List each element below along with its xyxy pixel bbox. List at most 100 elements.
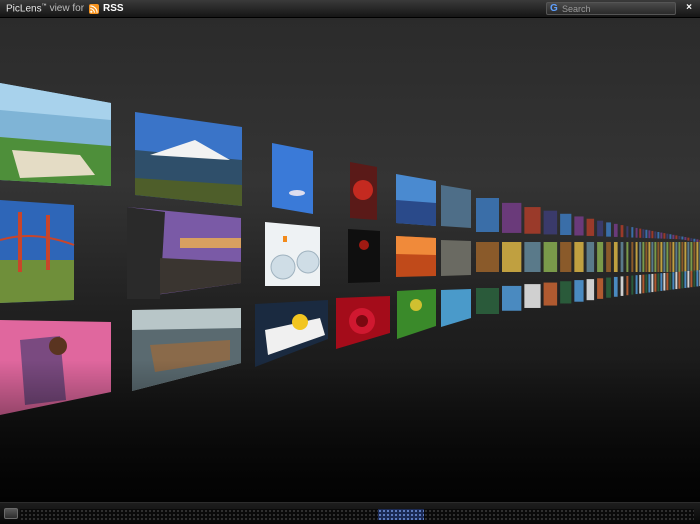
search-input[interactable]: [560, 3, 670, 14]
thumbnail[interactable]: [574, 216, 584, 236]
thumbnail[interactable]: [657, 232, 660, 239]
close-icon[interactable]: ×: [683, 2, 695, 14]
thumbnail[interactable]: [648, 274, 651, 293]
thumbnail[interactable]: [560, 213, 572, 236]
thumbnail[interactable]: [642, 242, 645, 272]
thumbnail[interactable]: [476, 198, 499, 232]
thumbnail[interactable]: [639, 242, 642, 272]
thumbnail[interactable]: [631, 227, 634, 238]
thumbnail[interactable]: [687, 237, 690, 241]
thumbnail[interactable]: [645, 229, 648, 239]
thumbnail[interactable]: [348, 229, 380, 283]
thumbnail[interactable]: [543, 282, 558, 306]
thumbnail[interactable]: [693, 270, 696, 287]
thumbnail[interactable]: [502, 202, 522, 233]
thumbnail[interactable]: [606, 242, 611, 272]
thumbnail[interactable]: [672, 272, 675, 290]
thumbnail[interactable]: [678, 242, 681, 272]
thumbnail[interactable]: [666, 242, 669, 272]
thumbnail[interactable]: [524, 284, 541, 308]
search-box[interactable]: G: [546, 2, 676, 15]
thumbnail[interactable]: [669, 234, 672, 239]
thumbnail[interactable]: [639, 228, 642, 238]
thumbnail[interactable]: [0, 200, 75, 303]
thumbnail[interactable]: [684, 237, 687, 241]
thumbnail[interactable]: [613, 242, 618, 272]
thumbnail[interactable]: [654, 273, 657, 292]
minimap-button[interactable]: [4, 508, 18, 519]
thumbnail[interactable]: [255, 300, 328, 367]
thumbnail[interactable]: [597, 242, 604, 272]
thumbnail[interactable]: [502, 242, 522, 272]
thumbnail[interactable]: [690, 270, 693, 288]
thumbnail[interactable]: [272, 143, 313, 214]
thumbnail[interactable]: [666, 233, 669, 239]
thumbnail[interactable]: [639, 274, 642, 294]
thumbnail[interactable]: [631, 242, 634, 272]
thumbnail[interactable]: [660, 273, 663, 291]
thumbnail[interactable]: [648, 242, 651, 272]
thumbnail[interactable]: [524, 242, 541, 272]
thumbnail[interactable]: [696, 239, 699, 243]
thumbnail[interactable]: [441, 240, 471, 276]
thumbnail[interactable]: [586, 218, 595, 236]
thumbnail[interactable]: [660, 242, 663, 272]
thumbnail[interactable]: [672, 242, 675, 272]
thumbnail[interactable]: [651, 273, 654, 293]
thumbnail[interactable]: [476, 288, 499, 314]
thumbnail[interactable]: [543, 242, 558, 272]
thumbnail[interactable]: [690, 242, 693, 272]
thumbnail[interactable]: [642, 274, 645, 294]
thumbnail[interactable]: [635, 227, 638, 238]
thumbnail[interactable]: [663, 242, 666, 272]
thumbnail[interactable]: [666, 272, 669, 291]
thumbnail[interactable]: [524, 207, 541, 234]
thumbnail[interactable]: [687, 242, 690, 272]
thumbnail[interactable]: [660, 232, 663, 239]
thumbnail[interactable]: [626, 275, 629, 296]
thumbnail[interactable]: [265, 222, 320, 286]
thumbnail[interactable]: [654, 231, 657, 239]
thumbnail[interactable]: [642, 229, 645, 238]
thumbnail[interactable]: [678, 235, 681, 240]
thumbnail[interactable]: [669, 272, 672, 290]
thumbnail[interactable]: [687, 271, 690, 288]
thumbnail[interactable]: [684, 242, 687, 272]
thumbnail[interactable]: [441, 185, 471, 228]
thumbnail[interactable]: [135, 112, 242, 206]
thumbnail[interactable]: [654, 242, 657, 272]
thumbnail[interactable]: [675, 242, 678, 272]
thumbnail[interactable]: [574, 242, 584, 272]
thumbnail[interactable]: [620, 276, 624, 296]
thumbnail[interactable]: [651, 230, 654, 239]
thumbnail[interactable]: [672, 234, 675, 240]
thumbnail[interactable]: [693, 242, 696, 272]
thumbnail[interactable]: [620, 242, 624, 272]
thumbnail[interactable]: [574, 280, 584, 302]
thumbnail[interactable]: [606, 222, 611, 237]
thumbnail[interactable]: [476, 242, 499, 272]
thumbnail[interactable]: [690, 238, 693, 242]
thumbnail[interactable]: [657, 273, 660, 292]
thumbnail[interactable]: [645, 274, 648, 293]
thumbnail[interactable]: [597, 278, 604, 299]
thumbnail[interactable]: [663, 233, 666, 239]
thumbnail[interactable]: [397, 289, 436, 339]
thumbnail[interactable]: [396, 236, 436, 277]
thumbnail[interactable]: [560, 242, 572, 272]
thumbnail[interactable]: [678, 271, 681, 289]
thumbnail[interactable]: [635, 275, 638, 295]
thumbnail[interactable]: [127, 207, 241, 299]
thumbnail[interactable]: [626, 226, 629, 238]
thumbnail[interactable]: [560, 281, 572, 304]
thumbnail[interactable]: [696, 270, 699, 287]
thumbnail[interactable]: [696, 242, 699, 272]
thumbnail[interactable]: [651, 242, 654, 272]
thumbnail[interactable]: [681, 271, 684, 289]
thumbnail[interactable]: [336, 296, 390, 349]
thumbnail[interactable]: [631, 275, 634, 295]
thumbnail[interactable]: [693, 238, 696, 242]
thumbnail[interactable]: [586, 279, 595, 301]
feed-source-label[interactable]: RSS: [103, 3, 124, 14]
scroll-handle[interactable]: [378, 509, 424, 520]
